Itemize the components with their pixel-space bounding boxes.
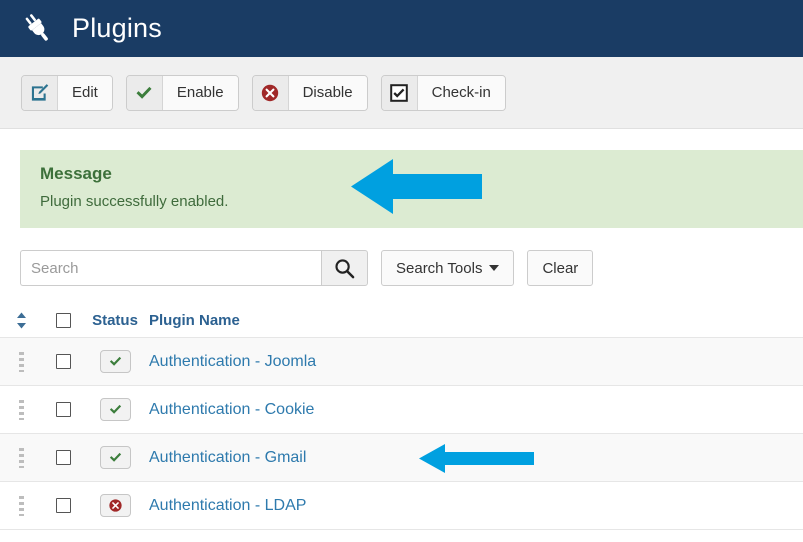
edit-button[interactable]: Edit	[21, 74, 113, 111]
plug-icon	[25, 13, 48, 41]
left-pointing-arrow-row	[419, 444, 534, 473]
page-title: Plugins	[72, 13, 162, 43]
edit-button-label: Edit	[58, 75, 112, 110]
plugin-name-link[interactable]: Authentication - Gmail	[149, 449, 306, 466]
message-area: Message Plugin successfully enabled.	[0, 129, 803, 228]
circle-x-icon	[252, 75, 289, 110]
disable-button[interactable]: Disable	[251, 74, 368, 111]
clear-label: Clear	[542, 259, 579, 277]
checkbox-checked-icon	[381, 75, 418, 110]
clear-button[interactable]: Clear	[527, 250, 594, 286]
row-checkbox-cell	[42, 402, 84, 417]
enable-button[interactable]: Enable	[125, 74, 239, 111]
drag-handle-icon[interactable]	[18, 447, 24, 468]
status-toggle-enabled[interactable]	[99, 398, 131, 421]
search-tools-button[interactable]: Search Tools	[381, 250, 515, 286]
row-status-cell	[84, 494, 146, 517]
row-checkbox[interactable]	[55, 354, 71, 369]
chevron-down-icon	[489, 265, 500, 271]
page-header: Plugins	[0, 0, 803, 57]
drag-handle-cell	[0, 447, 42, 468]
enable-button-label: Enable	[162, 75, 238, 110]
row-checkbox[interactable]	[55, 450, 71, 465]
plugin-table: Status Plugin Name Authentication - Joom…	[0, 304, 803, 530]
search-icon[interactable]	[321, 250, 368, 286]
select-all-checkbox[interactable]	[55, 313, 71, 328]
status-toggle-disabled[interactable]	[99, 494, 131, 517]
drag-handle-cell	[0, 399, 42, 420]
toolbar: Edit Enable Disable Check-in	[0, 57, 803, 129]
search-input[interactable]	[20, 250, 321, 286]
left-pointing-arrow-message	[351, 159, 482, 214]
plugin-name-link[interactable]: Authentication - Joomla	[149, 353, 316, 370]
table-row[interactable]: Authentication - Gmail	[0, 434, 803, 482]
plugin-name-header-label: Plugin Name	[149, 311, 240, 329]
row-checkbox-cell	[42, 450, 84, 465]
status-toggle-enabled[interactable]	[99, 350, 131, 373]
row-checkbox[interactable]	[55, 498, 71, 513]
plugin-name-link[interactable]: Authentication - Cookie	[149, 401, 314, 418]
table-row[interactable]: Authentication - LDAP	[0, 482, 803, 530]
drag-handle-icon[interactable]	[18, 399, 24, 420]
drag-handle-icon[interactable]	[18, 351, 24, 372]
plugin-name-link[interactable]: Authentication - LDAP	[149, 497, 306, 514]
disable-button-label: Disable	[288, 75, 367, 110]
check-icon	[126, 75, 163, 110]
table-header-row: Status Plugin Name	[0, 304, 803, 338]
row-name-cell: Authentication - LDAP	[146, 497, 803, 515]
sort-updown-icon[interactable]	[0, 312, 42, 329]
drag-handle-cell	[0, 351, 42, 372]
table-row[interactable]: Authentication - Cookie	[0, 386, 803, 434]
search-group	[20, 250, 368, 286]
row-name-cell: Authentication - Cookie	[146, 401, 803, 419]
row-checkbox-cell	[42, 498, 84, 513]
search-bar: Search Tools Clear	[0, 228, 803, 286]
select-all-checkbox-cell	[42, 313, 84, 328]
drag-handle-icon[interactable]	[18, 495, 24, 516]
success-alert: Message Plugin successfully enabled.	[20, 150, 803, 228]
row-name-cell: Authentication - Joomla	[146, 353, 803, 371]
plugin-name-column-header[interactable]: Plugin Name	[146, 312, 803, 330]
search-tools-label: Search Tools	[396, 259, 483, 277]
status-header-label: Status	[92, 312, 138, 329]
row-status-cell	[84, 446, 146, 469]
table-row[interactable]: Authentication - Joomla	[0, 338, 803, 386]
edit-pencil-square-icon	[22, 75, 58, 110]
row-status-cell	[84, 350, 146, 373]
status-column-header[interactable]: Status	[84, 312, 146, 329]
status-toggle-enabled[interactable]	[99, 446, 131, 469]
row-checkbox-cell	[42, 354, 84, 369]
row-checkbox[interactable]	[55, 402, 71, 417]
checkin-button[interactable]: Check-in	[380, 74, 506, 111]
drag-handle-cell	[0, 495, 42, 516]
row-status-cell	[84, 398, 146, 421]
checkin-button-label: Check-in	[417, 75, 505, 110]
